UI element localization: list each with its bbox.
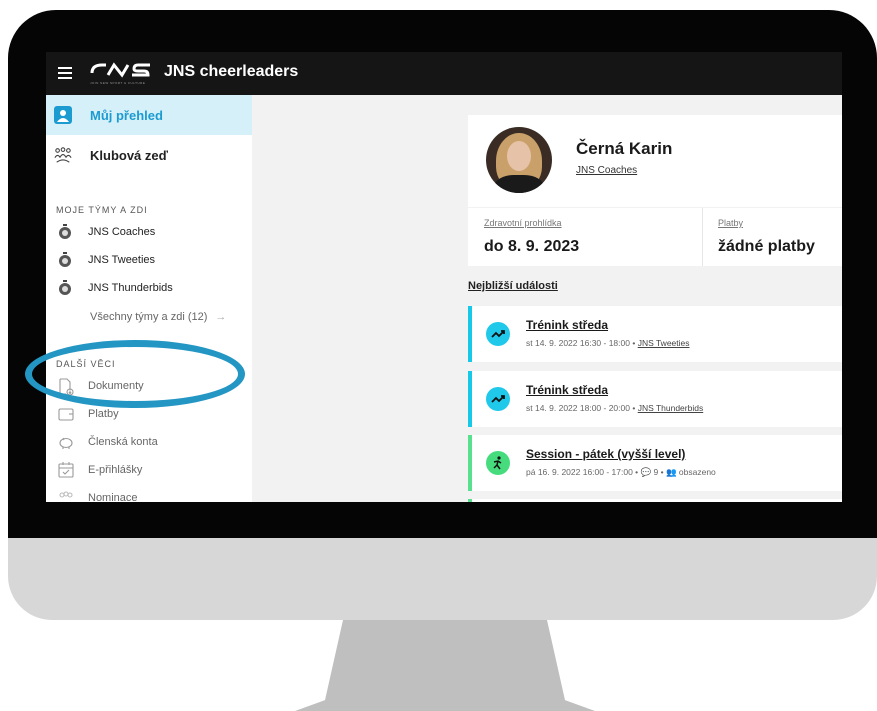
event-status: obsazeno [678,467,716,477]
sidebar-item-label: E-přihlášky [88,464,143,476]
monitor-chin [8,538,877,620]
sidebar-item-my-overview[interactable]: Můj přehled [46,95,252,135]
sidebar-item-e-applications[interactable]: E-přihlášky [46,459,252,483]
calendar-check-icon [58,462,74,483]
comment-icon: 💬 [640,467,652,477]
stopwatch-icon [58,224,72,245]
event-time: st 14. 9. 2022 18:00 - 20:00 • [526,403,636,413]
stopwatch-icon [58,280,72,301]
people-icon: 👥 [665,467,677,477]
wallet-icon [58,406,74,427]
stat-value: žádné platby [718,238,815,255]
sidebar-item-member-accounts[interactable]: Členská konta [46,431,252,455]
team-item-tweeties[interactable]: JNS Tweeties [46,249,252,273]
event-meta: st 14. 9. 2022 18:00 - 20:00 • JNS Thund… [526,403,703,413]
event-title[interactable]: Trénink středa [526,383,608,397]
stopwatch-icon [58,252,72,273]
team-item-thunderbids[interactable]: JNS Thunderbids [46,277,252,301]
sidebar-item-label: Klubová zeď [90,147,168,163]
team-item-coaches[interactable]: JNS Coaches [46,221,252,245]
running-person-icon [486,451,510,475]
stat-title: Zdravotní prohlídka [484,218,562,228]
hamburger-menu-icon[interactable] [58,67,72,79]
section-title-teams: MOJE TÝMY A ZDI [56,205,148,215]
event-team-link[interactable]: JNS Thunderbids [638,403,704,413]
all-teams-link[interactable]: Všechny týmy a zdi (12) → [90,311,226,323]
people-group-icon [58,490,74,502]
highlight-ring-annotation [25,340,245,408]
comment-count: 9 [653,467,659,477]
team-label: JNS Coaches [88,226,156,238]
event-meta: pá 16. 9. 2022 16:00 - 17:00 • 💬 9 • 👥 o… [526,467,716,477]
sidebar: Můj přehled Klubová zeď MOJE TÝMY A ZDI … [46,95,252,502]
event-team-link[interactable]: JNS Tweeties [638,338,690,348]
app-screen: JOIN NEW SPORT & CULTURE JNS cheerleader… [46,52,842,502]
sidebar-item-nominations[interactable]: Nominace [46,487,252,502]
sidebar-item-club-wall[interactable]: Klubová zeď [46,135,252,175]
arrow-right-icon: → [215,311,227,323]
sidebar-item-label: Členská konta [88,436,158,448]
team-label: JNS Tweeties [88,254,156,266]
people-group-icon [54,146,72,164]
top-bar: JOIN NEW SPORT & CULTURE JNS cheerleader… [46,52,842,95]
stat-title: Platby [718,218,744,228]
trending-up-icon [486,387,510,411]
sidebar-item-label: Můj přehled [90,107,163,123]
event-time: st 14. 9. 2022 16:30 - 18:00 • [526,338,636,348]
profile-group-link[interactable]: JNS Coaches [576,165,637,176]
divider [702,208,703,266]
sidebar-item-label: Platby [88,408,119,420]
monitor-stand [295,620,595,711]
upcoming-events-title[interactable]: Nejbližší události [468,280,558,292]
logo-subtitle: JOIN NEW SPORT & CULTURE [90,81,146,85]
avatar [486,127,552,193]
event-card-partial[interactable] [468,499,842,502]
main-content: Černá Karin JNS Coaches Zdravotní prohlí… [252,95,842,502]
club-logo[interactable]: JOIN NEW SPORT & CULTURE [88,59,158,87]
event-title[interactable]: Trénink středa [526,318,608,332]
piggy-bank-icon [58,434,74,455]
event-time: pá 16. 9. 2022 16:00 - 17:00 • [526,467,639,477]
event-card[interactable]: Trénink středa st 14. 9. 2022 16:30 - 18… [468,306,842,362]
person-badge-icon [54,106,72,124]
profile-card[interactable]: Černá Karin JNS Coaches [468,115,842,207]
event-title[interactable]: Session - pátek (vyšší level) [526,447,685,461]
all-teams-label: Všechny týmy a zdi (12) [90,311,208,323]
stat-value: do 8. 9. 2023 [484,238,580,255]
event-meta: st 14. 9. 2022 16:30 - 18:00 • JNS Tweet… [526,338,690,348]
trending-up-icon [486,322,510,346]
app-title: JNS cheerleaders [164,63,299,80]
profile-name: Černá Karin [576,139,673,158]
sidebar-item-label: Nominace [88,492,138,502]
team-label: JNS Thunderbids [88,282,173,294]
event-card[interactable]: Session - pátek (vyšší level) pá 16. 9. … [468,435,842,491]
stats-card: Zdravotní prohlídka do 8. 9. 2023 Platby… [468,208,842,266]
event-card[interactable]: Trénink středa st 14. 9. 2022 18:00 - 20… [468,371,842,427]
